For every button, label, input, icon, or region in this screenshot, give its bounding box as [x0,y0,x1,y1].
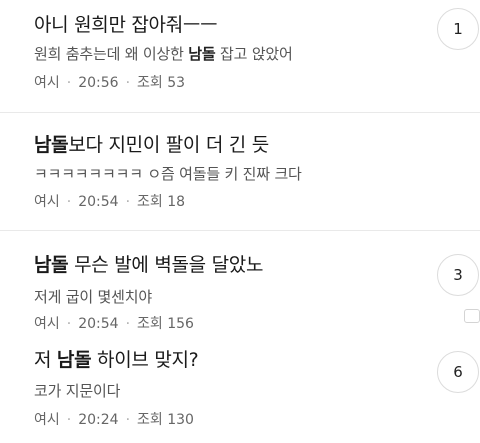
post-preview: 원희 춤추는데 왜 이상한 남돌 잡고 앉았어 [34,45,293,63]
post-title[interactable]: 남돌 무슨 발에 벽돌을 달았노 [34,250,263,277]
comment-count-badge[interactable]: 6 [437,351,479,393]
chat-icon [464,309,480,323]
post-time: 20:24 [78,412,119,428]
post-meta: 여시 · 20:24 · 조회 130 [34,412,194,428]
post-author: 여시 [34,412,60,428]
post-time: 20:56 [78,75,119,91]
post-preview: 저게 굽이 몇센치야 [34,288,152,306]
post-author: 여시 [34,75,60,91]
post-item[interactable]: 남돌보다 지민이 팔이 더 긴 듯 ㅋㅋㅋㅋㅋㅋㅋㅋ ㅇ즘 여돌들 키 진짜 크… [0,113,480,230]
post-author: 여시 [34,194,60,210]
comment-count-badge[interactable]: 3 [437,254,479,296]
post-meta: 여시 · 20:54 · 조회 156 [34,316,194,332]
post-title[interactable]: 남돌보다 지민이 팔이 더 긴 듯 [34,130,269,157]
post-views: 조회 156 [137,316,194,332]
post-title[interactable]: 아니 원희만 잡아줘ㅡㅡ [34,10,218,37]
post-preview: 코가 지문이다 [34,382,121,400]
comment-count-badge[interactable]: 1 [437,8,479,50]
post-views: 조회 130 [137,412,194,428]
post-item[interactable]: 남돌 무슨 발에 벽돌을 달았노 저게 굽이 몇센치야 여시 · 20:54 · 조회 … [0,231,480,335]
post-item[interactable]: 저 남돌 하이브 맞지? 코가 지문이다 여시 · 20:24 · 조회 130 6 [0,336,480,443]
post-meta: 여시 · 20:54 · 조회 18 [34,194,186,210]
post-title[interactable]: 저 남돌 하이브 맞지? [34,345,199,372]
post-views: 조회 53 [137,75,186,91]
post-author: 여시 [34,316,60,332]
post-list: 아니 원희만 잡아줘ㅡㅡ 원희 춤추는데 왜 이상한 남돌 잡고 앉았어 여시 ·… [0,0,480,443]
post-preview: ㅋㅋㅋㅋㅋㅋㅋㅋ ㅇ즘 여돌들 키 진짜 크다 [34,165,302,183]
post-meta: 여시 · 20:56 · 조회 53 [34,75,186,91]
post-time: 20:54 [78,316,119,332]
post-item[interactable]: 아니 원희만 잡아줘ㅡㅡ 원희 춤추는데 왜 이상한 남돌 잡고 앉았어 여시 ·… [0,0,480,110]
post-views: 조회 18 [137,194,186,210]
post-time: 20:54 [78,194,119,210]
